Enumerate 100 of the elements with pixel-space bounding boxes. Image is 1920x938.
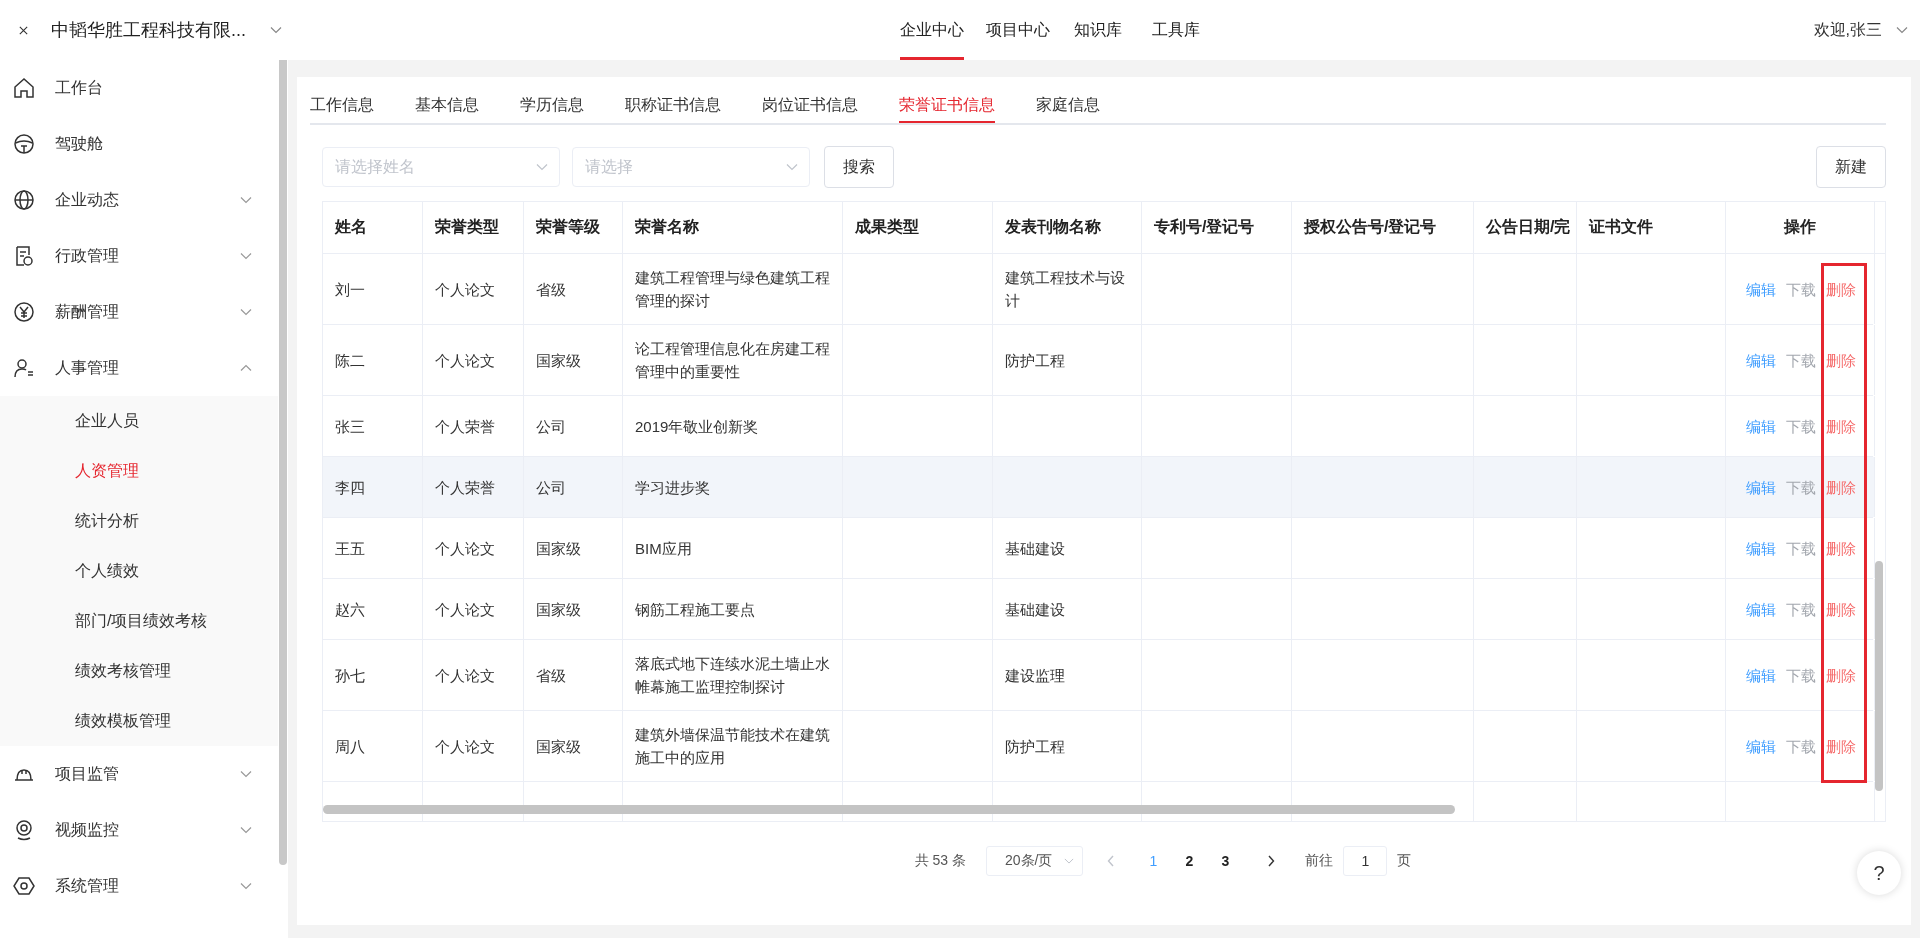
chevron-down-icon	[536, 163, 548, 171]
submenu-item[interactable]: 绩效考核管理	[0, 646, 278, 696]
table-cell-text: 公司	[536, 477, 566, 498]
globe-icon	[12, 188, 36, 212]
person-list-icon	[12, 356, 36, 380]
sidebar-item[interactable]: 工作台	[0, 60, 278, 116]
welcome-user[interactable]: 欢迎,张三	[1813, 19, 1882, 41]
tab[interactable]: 家庭信息	[1036, 94, 1100, 123]
submenu-item[interactable]: 部门/项目绩效考核	[0, 596, 278, 646]
table-cell-text: 建筑工程管理与绿色建筑工程管理的探讨	[635, 268, 830, 311]
sidebar-item[interactable]: 企业动态	[0, 172, 278, 228]
sidebar-item[interactable]: 系统管理	[0, 858, 278, 914]
table-cell-text: 国家级	[536, 350, 581, 371]
table-cell-text: 个人论文	[435, 279, 495, 300]
close-icon[interactable]	[18, 24, 29, 36]
table-cell-text: 赵六	[335, 599, 365, 620]
home-icon	[12, 76, 36, 100]
nav-tab[interactable]: 知识库	[1074, 0, 1122, 60]
table-cell-text: 建设监理	[1005, 665, 1065, 686]
sidebar-item[interactable]: 驾驶舱	[0, 116, 278, 172]
sidebar-item[interactable]: 人事管理	[0, 340, 278, 396]
page-size-select[interactable]: 20条/页	[985, 846, 1084, 876]
column-header: 证书文件	[1577, 202, 1726, 253]
table-cell-text: 王五	[335, 538, 365, 559]
table-cell-text: 防护工程	[1005, 736, 1065, 757]
page-number[interactable]: 2	[1171, 853, 1208, 869]
table-cell-text: 国家级	[536, 599, 581, 620]
table-cell-text: 基础建设	[1005, 599, 1065, 620]
chevron-down-icon[interactable]	[270, 26, 282, 34]
table-cell-text: 论工程管理信息化在房建工程管理中的重要性	[635, 339, 830, 382]
select-field[interactable]: 请选择姓名	[322, 147, 560, 187]
scrollbar-thumb[interactable]	[323, 805, 1455, 814]
table-cell-text: 周八	[335, 736, 365, 757]
table-cell-text: 建筑工程技术与设计	[1005, 268, 1126, 311]
table-cell-text: 2019年敬业创新奖	[635, 416, 759, 437]
table-cell-text: 落底式地下连续水泥土墙止水帷幕施工监理控制探讨	[635, 654, 830, 697]
table-cell-text: 个人论文	[435, 538, 495, 559]
tab[interactable]: 荣誉证书信息	[899, 94, 995, 123]
column-header: 姓名	[323, 202, 423, 253]
scrollbar-thumb[interactable]	[1875, 561, 1883, 791]
nav-tab[interactable]: 工具库	[1152, 0, 1200, 60]
table-cell-text: 个人论文	[435, 736, 495, 757]
submenu-item[interactable]: 人资管理	[0, 446, 278, 496]
table-cell-text: 个人荣誉	[435, 416, 495, 437]
hexagon-nut-icon	[12, 874, 36, 898]
table-cell-text: 防护工程	[1005, 350, 1065, 371]
yen-icon	[12, 300, 36, 324]
tab[interactable]: 学历信息	[520, 94, 584, 123]
steering-wheel-icon	[12, 132, 36, 156]
previous-page-icon[interactable]	[1107, 855, 1116, 867]
submenu-item[interactable]: 绩效模板管理	[0, 696, 278, 746]
help-button[interactable]: ?	[1857, 851, 1901, 895]
sidebar-item[interactable]: 行政管理	[0, 228, 278, 284]
submenu-item[interactable]: 统计分析	[0, 496, 278, 546]
table-cell-text: 孙七	[335, 665, 365, 686]
table-cell-text: 张三	[335, 416, 365, 437]
page-number[interactable]: 3	[1207, 853, 1244, 869]
column-header: 荣誉名称	[623, 202, 843, 253]
page-input[interactable]: 1	[1343, 846, 1388, 876]
column-header: 荣誉等级	[524, 202, 623, 253]
search-button[interactable]: 搜索	[824, 146, 894, 188]
table-cell-text: BIM应用	[635, 538, 692, 559]
table-cell-text: 建筑外墙保温节能技术在建筑施工中的应用	[635, 725, 830, 768]
column-header: 专利号/登记号	[1142, 202, 1292, 253]
column-header: 荣誉类型	[423, 202, 524, 253]
column-header: 操作	[1726, 202, 1875, 253]
total-count: 共 53 条	[914, 852, 966, 870]
table-cell-text: 省级	[536, 279, 566, 300]
company-name[interactable]: 中韬华胜工程科技有限...	[51, 18, 246, 42]
submenu-item[interactable]: 企业人员	[0, 396, 278, 446]
table-cell-text: 个人论文	[435, 665, 495, 686]
column-header: 授权公告号/登记号	[1292, 202, 1474, 253]
new-button[interactable]: 新建	[1816, 146, 1886, 188]
table-cell-text: 学习进步奖	[635, 477, 710, 498]
sidebar-item[interactable]: 薪酬管理	[0, 284, 278, 340]
next-page-icon[interactable]	[1267, 855, 1276, 867]
sidebar-item[interactable]: 项目监管	[0, 746, 278, 802]
page-suffix: 页	[1397, 852, 1412, 870]
table-cell-text: 个人论文	[435, 350, 495, 371]
select-field[interactable]: 请选择	[572, 147, 810, 187]
table-cell-text: 基础建设	[1005, 538, 1065, 559]
nav-tab[interactable]: 项目中心	[986, 0, 1050, 60]
tab[interactable]: 职称证书信息	[625, 94, 721, 123]
column-header: 发表刊物名称	[993, 202, 1142, 253]
table-cell-text: 钢筋工程施工要点	[635, 599, 755, 620]
chevron-down-icon	[1064, 857, 1075, 865]
table-cell-text: 李四	[335, 477, 365, 498]
table-cell-text: 个人论文	[435, 599, 495, 620]
table-cell-text: 省级	[536, 665, 566, 686]
scrollbar-thumb[interactable]	[279, 60, 287, 865]
table-cell-text: 公司	[536, 416, 566, 437]
tab[interactable]: 工作信息	[310, 94, 374, 123]
table-cell-text: 国家级	[536, 736, 581, 757]
chevron-down-icon[interactable]	[1896, 26, 1908, 34]
tab[interactable]: 基本信息	[415, 94, 479, 123]
goto-label: 前往	[1305, 852, 1334, 870]
nav-tab[interactable]: 企业中心	[900, 0, 964, 60]
submenu-item[interactable]: 个人绩效	[0, 546, 278, 596]
sidebar-item[interactable]: 视频监控	[0, 802, 278, 858]
tab[interactable]: 岗位证书信息	[762, 94, 858, 123]
